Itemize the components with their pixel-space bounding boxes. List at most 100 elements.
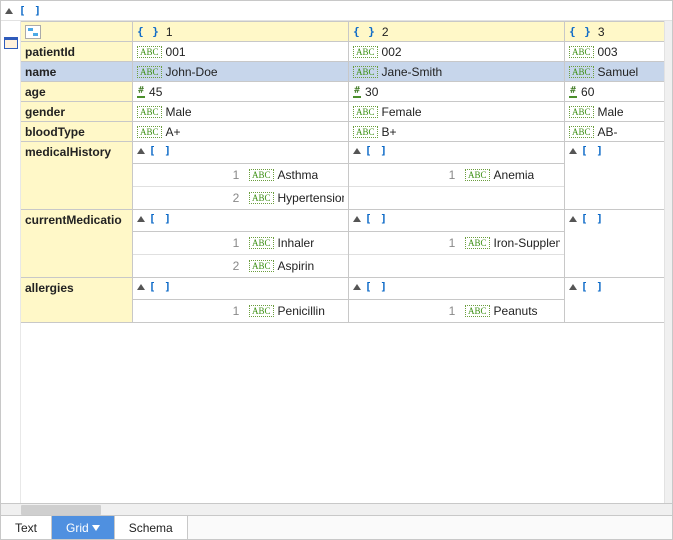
collapse-root-icon[interactable] bbox=[5, 8, 13, 14]
cell-value: Inhaler bbox=[278, 236, 315, 250]
cell-age-2[interactable]: #30 bbox=[349, 82, 565, 102]
list-item[interactable]: 1ABCAnemia bbox=[349, 164, 564, 187]
tab-label: Schema bbox=[129, 521, 173, 535]
array-icon: [ ] bbox=[149, 212, 172, 225]
collapse-icon[interactable] bbox=[569, 284, 577, 290]
string-type-icon: ABC bbox=[137, 46, 162, 58]
list-item[interactable]: 2ABCHypertension bbox=[133, 187, 348, 209]
cell-value: 45 bbox=[149, 85, 162, 99]
cell-currentmed-3[interactable]: [ ] bbox=[565, 210, 664, 278]
cell-bloodtype-1[interactable]: ABC A+ bbox=[133, 122, 349, 142]
cell-name-3[interactable]: ABCSamuel bbox=[565, 62, 664, 82]
horizontal-scrollbar[interactable] bbox=[1, 503, 672, 515]
cell-allergies-3[interactable]: [ ] bbox=[565, 278, 664, 323]
tab-label: Grid bbox=[66, 521, 89, 535]
cell-value: Hypertension bbox=[278, 191, 344, 205]
string-type-icon: ABC bbox=[353, 66, 378, 78]
corner-cell bbox=[21, 22, 133, 42]
string-type-icon: ABC bbox=[137, 66, 162, 78]
cell-gender-2[interactable]: ABCFemale bbox=[349, 102, 565, 122]
object-icon: { } bbox=[353, 25, 376, 38]
list-item[interactable]: 1ABCPenicillin bbox=[133, 300, 348, 322]
grid-scroll[interactable]: { } 1 { } 2 { } 3 patientId ABC001 ABC00… bbox=[21, 21, 664, 503]
collapse-icon[interactable] bbox=[137, 216, 145, 222]
scroll-thumb[interactable] bbox=[21, 505, 101, 515]
cell-value: A+ bbox=[166, 125, 181, 139]
cell-medicalhistory-2[interactable]: [ ] 1ABCAnemia 2 bbox=[349, 142, 565, 210]
string-type-icon: ABC bbox=[569, 106, 594, 118]
field-label: bloodType bbox=[25, 125, 85, 139]
collapse-icon[interactable] bbox=[353, 148, 361, 154]
cell-value: Male bbox=[166, 105, 192, 119]
cell-currentmed-1[interactable]: [ ] 1ABCInhaler 2ABCAspirin bbox=[133, 210, 349, 278]
row-header-patientid[interactable]: patientId bbox=[21, 42, 133, 62]
array-icon: [ ] bbox=[149, 280, 172, 293]
list-item[interactable]: 1ABCAsthma bbox=[133, 164, 348, 187]
row-header-allergies[interactable]: allergies bbox=[21, 278, 133, 323]
tab-schema[interactable]: Schema bbox=[115, 516, 188, 539]
string-type-icon: ABC bbox=[249, 169, 274, 181]
cell-value: Female bbox=[382, 105, 422, 119]
tab-grid[interactable]: Grid bbox=[52, 516, 115, 539]
collapse-icon[interactable] bbox=[569, 148, 577, 154]
row-header-currentmedications[interactable]: currentMedicatio bbox=[21, 210, 133, 278]
tab-text[interactable]: Text bbox=[1, 516, 52, 539]
cell-age-3[interactable]: #60 bbox=[565, 82, 664, 102]
data-grid: { } 1 { } 2 { } 3 patientId ABC001 ABC00… bbox=[21, 21, 664, 323]
col-header-1[interactable]: { } 1 bbox=[133, 22, 349, 42]
collapse-icon[interactable] bbox=[569, 216, 577, 222]
cell-value: 60 bbox=[581, 85, 594, 99]
collapse-icon[interactable] bbox=[353, 216, 361, 222]
cell-value: Aspirin bbox=[278, 259, 315, 273]
field-label: medicalHistory bbox=[25, 145, 111, 159]
table-icon bbox=[4, 37, 18, 49]
cell-patientid-2[interactable]: ABC002 bbox=[349, 42, 565, 62]
collapse-icon[interactable] bbox=[353, 284, 361, 290]
subtable: 1ABCIron-Supplement 2 bbox=[349, 231, 564, 277]
list-item[interactable]: 2ABCAspirin bbox=[133, 255, 348, 277]
cell-gender-3[interactable]: ABCMale bbox=[565, 102, 664, 122]
string-type-icon: ABC bbox=[465, 305, 490, 317]
tab-label: Text bbox=[15, 521, 37, 535]
cell-allergies-1[interactable]: [ ] 1ABCPenicillin bbox=[133, 278, 349, 323]
list-item[interactable]: 1ABCPeanuts bbox=[349, 300, 564, 322]
subtable: 1ABCAsthma 2ABCHypertension bbox=[133, 163, 348, 209]
row-header-bloodtype[interactable]: bloodType bbox=[21, 122, 133, 142]
cell-value: Asthma bbox=[278, 168, 319, 182]
list-item[interactable]: 1ABCIron-Supplement bbox=[349, 232, 564, 255]
cell-medicalhistory-3[interactable]: [ ] bbox=[565, 142, 664, 210]
cell-allergies-2[interactable]: [ ] 1ABCPeanuts bbox=[349, 278, 565, 323]
string-type-icon: ABC bbox=[249, 305, 274, 317]
vertical-scrollbar[interactable] bbox=[664, 21, 672, 503]
cell-value: 002 bbox=[382, 45, 402, 59]
cell-currentmed-2[interactable]: [ ] 1ABCIron-Supplement 2 bbox=[349, 210, 565, 278]
row-header-age[interactable]: age bbox=[21, 82, 133, 102]
cell-value: Iron-Supplement bbox=[494, 236, 560, 250]
root-header: [ ] bbox=[1, 1, 672, 21]
cell-age-1[interactable]: #45 bbox=[133, 82, 349, 102]
cell-value: Anemia bbox=[494, 168, 535, 182]
field-label: patientId bbox=[25, 45, 75, 59]
cell-name-1[interactable]: ABCJohn-Doe bbox=[133, 62, 349, 82]
string-type-icon: ABC bbox=[569, 46, 594, 58]
cell-bloodtype-3[interactable]: ABCAB- bbox=[565, 122, 664, 142]
cell-medicalhistory-1[interactable]: [ ] 1ABCAsthma 2ABCHypertension bbox=[133, 142, 349, 210]
cell-patientid-1[interactable]: ABC001 bbox=[133, 42, 349, 62]
col-header-2[interactable]: { } 2 bbox=[349, 22, 565, 42]
cell-patientid-3[interactable]: ABC003 bbox=[565, 42, 664, 62]
row-header-name[interactable]: name bbox=[21, 62, 133, 82]
string-type-icon: ABC bbox=[353, 126, 378, 138]
array-icon: [ ] bbox=[581, 144, 604, 157]
cell-value: Penicillin bbox=[278, 304, 325, 318]
col-header-3[interactable]: { } 3 bbox=[565, 22, 664, 42]
row-header-medicalhistory[interactable]: medicalHistory bbox=[21, 142, 133, 210]
string-type-icon: ABC bbox=[137, 126, 162, 138]
cell-name-2[interactable]: ABCJane-Smith bbox=[349, 62, 565, 82]
cell-bloodtype-2[interactable]: ABCB+ bbox=[349, 122, 565, 142]
subtable: 1ABCInhaler 2ABCAspirin bbox=[133, 231, 348, 277]
list-item[interactable]: 1ABCInhaler bbox=[133, 232, 348, 255]
cell-gender-1[interactable]: ABCMale bbox=[133, 102, 349, 122]
row-header-gender[interactable]: gender bbox=[21, 102, 133, 122]
collapse-icon[interactable] bbox=[137, 284, 145, 290]
collapse-icon[interactable] bbox=[137, 148, 145, 154]
